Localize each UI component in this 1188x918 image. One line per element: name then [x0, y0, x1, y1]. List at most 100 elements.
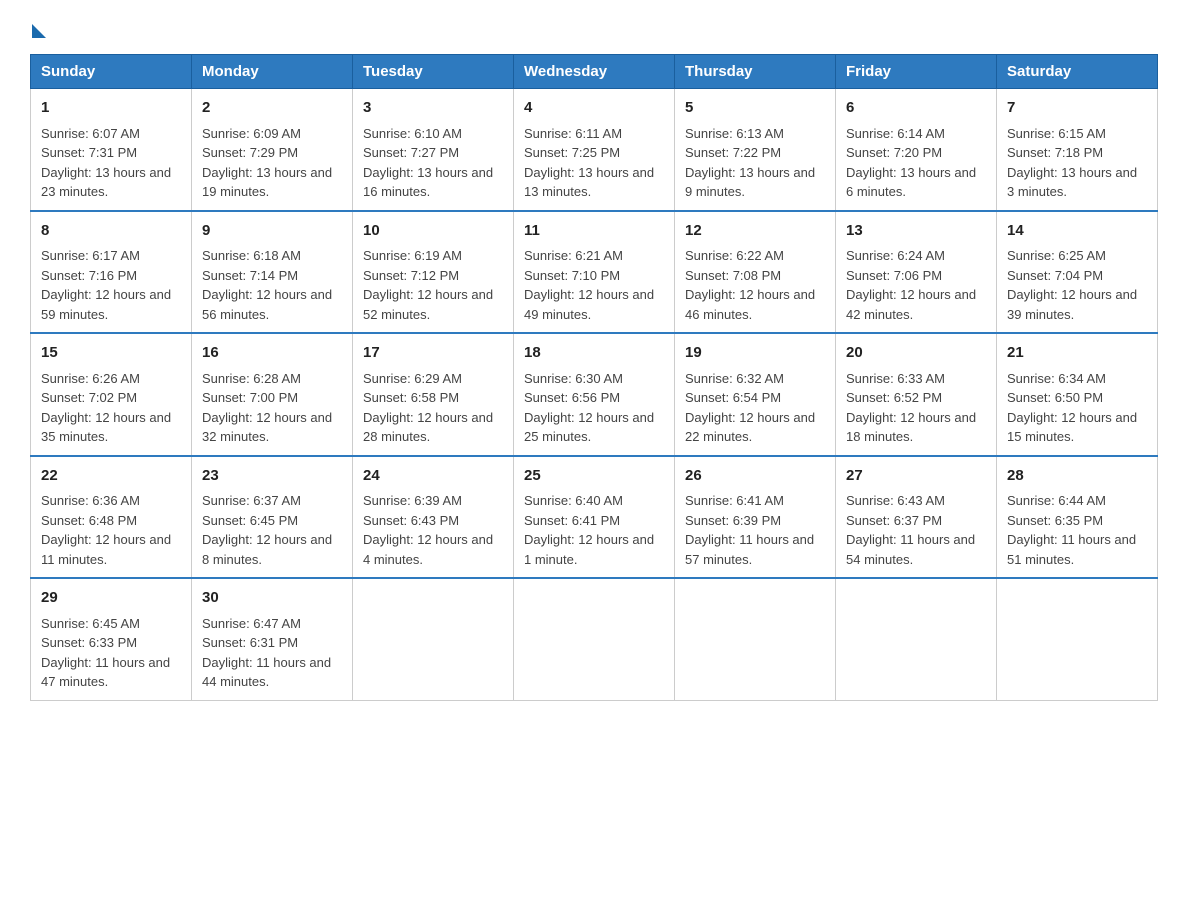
day-number: 26	[685, 465, 825, 488]
day-info: Sunrise: 6:14 AMSunset: 7:20 PMDaylight:…	[846, 126, 976, 200]
day-info: Sunrise: 6:36 AMSunset: 6:48 PMDaylight:…	[41, 493, 171, 567]
calendar-weekday-monday: Monday	[192, 55, 353, 89]
day-info: Sunrise: 6:24 AMSunset: 7:06 PMDaylight:…	[846, 248, 976, 322]
day-number: 24	[363, 465, 503, 488]
day-number: 3	[363, 97, 503, 120]
day-info: Sunrise: 6:41 AMSunset: 6:39 PMDaylight:…	[685, 493, 814, 567]
day-number: 13	[846, 220, 986, 243]
calendar-cell: 12 Sunrise: 6:22 AMSunset: 7:08 PMDaylig…	[675, 211, 836, 334]
calendar-cell: 17 Sunrise: 6:29 AMSunset: 6:58 PMDaylig…	[353, 333, 514, 456]
day-info: Sunrise: 6:29 AMSunset: 6:58 PMDaylight:…	[363, 371, 493, 445]
day-info: Sunrise: 6:19 AMSunset: 7:12 PMDaylight:…	[363, 248, 493, 322]
day-info: Sunrise: 6:43 AMSunset: 6:37 PMDaylight:…	[846, 493, 975, 567]
calendar-cell: 4 Sunrise: 6:11 AMSunset: 7:25 PMDayligh…	[514, 89, 675, 211]
day-info: Sunrise: 6:45 AMSunset: 6:33 PMDaylight:…	[41, 616, 170, 690]
day-number: 20	[846, 342, 986, 365]
calendar-header-row: SundayMondayTuesdayWednesdayThursdayFrid…	[31, 55, 1158, 89]
calendar-weekday-friday: Friday	[836, 55, 997, 89]
day-number: 15	[41, 342, 181, 365]
day-number: 29	[41, 587, 181, 610]
day-info: Sunrise: 6:34 AMSunset: 6:50 PMDaylight:…	[1007, 371, 1137, 445]
calendar-cell: 19 Sunrise: 6:32 AMSunset: 6:54 PMDaylig…	[675, 333, 836, 456]
calendar-cell: 14 Sunrise: 6:25 AMSunset: 7:04 PMDaylig…	[997, 211, 1158, 334]
day-info: Sunrise: 6:15 AMSunset: 7:18 PMDaylight:…	[1007, 126, 1137, 200]
logo	[30, 20, 46, 34]
day-number: 27	[846, 465, 986, 488]
calendar-week-row: 8 Sunrise: 6:17 AMSunset: 7:16 PMDayligh…	[31, 211, 1158, 334]
calendar-cell: 20 Sunrise: 6:33 AMSunset: 6:52 PMDaylig…	[836, 333, 997, 456]
day-info: Sunrise: 6:07 AMSunset: 7:31 PMDaylight:…	[41, 126, 171, 200]
day-info: Sunrise: 6:25 AMSunset: 7:04 PMDaylight:…	[1007, 248, 1137, 322]
calendar-cell: 9 Sunrise: 6:18 AMSunset: 7:14 PMDayligh…	[192, 211, 353, 334]
calendar-cell: 21 Sunrise: 6:34 AMSunset: 6:50 PMDaylig…	[997, 333, 1158, 456]
day-number: 9	[202, 220, 342, 243]
calendar-weekday-sunday: Sunday	[31, 55, 192, 89]
day-number: 10	[363, 220, 503, 243]
calendar-cell: 6 Sunrise: 6:14 AMSunset: 7:20 PMDayligh…	[836, 89, 997, 211]
calendar-cell: 28 Sunrise: 6:44 AMSunset: 6:35 PMDaylig…	[997, 456, 1158, 579]
calendar-cell: 16 Sunrise: 6:28 AMSunset: 7:00 PMDaylig…	[192, 333, 353, 456]
logo-arrow-icon	[32, 24, 46, 38]
day-info: Sunrise: 6:11 AMSunset: 7:25 PMDaylight:…	[524, 126, 654, 200]
calendar-weekday-tuesday: Tuesday	[353, 55, 514, 89]
calendar-week-row: 29 Sunrise: 6:45 AMSunset: 6:33 PMDaylig…	[31, 578, 1158, 700]
day-info: Sunrise: 6:37 AMSunset: 6:45 PMDaylight:…	[202, 493, 332, 567]
day-number: 25	[524, 465, 664, 488]
calendar-weekday-saturday: Saturday	[997, 55, 1158, 89]
calendar-cell: 15 Sunrise: 6:26 AMSunset: 7:02 PMDaylig…	[31, 333, 192, 456]
calendar-cell: 29 Sunrise: 6:45 AMSunset: 6:33 PMDaylig…	[31, 578, 192, 700]
calendar-cell: 10 Sunrise: 6:19 AMSunset: 7:12 PMDaylig…	[353, 211, 514, 334]
day-info: Sunrise: 6:32 AMSunset: 6:54 PMDaylight:…	[685, 371, 815, 445]
calendar-weekday-thursday: Thursday	[675, 55, 836, 89]
day-number: 17	[363, 342, 503, 365]
calendar-cell: 30 Sunrise: 6:47 AMSunset: 6:31 PMDaylig…	[192, 578, 353, 700]
day-number: 28	[1007, 465, 1147, 488]
calendar-cell: 3 Sunrise: 6:10 AMSunset: 7:27 PMDayligh…	[353, 89, 514, 211]
calendar-cell	[997, 578, 1158, 700]
calendar-cell: 22 Sunrise: 6:36 AMSunset: 6:48 PMDaylig…	[31, 456, 192, 579]
day-info: Sunrise: 6:33 AMSunset: 6:52 PMDaylight:…	[846, 371, 976, 445]
day-info: Sunrise: 6:09 AMSunset: 7:29 PMDaylight:…	[202, 126, 332, 200]
day-info: Sunrise: 6:17 AMSunset: 7:16 PMDaylight:…	[41, 248, 171, 322]
calendar-cell	[836, 578, 997, 700]
day-info: Sunrise: 6:26 AMSunset: 7:02 PMDaylight:…	[41, 371, 171, 445]
page-header	[30, 20, 1158, 34]
calendar-cell: 26 Sunrise: 6:41 AMSunset: 6:39 PMDaylig…	[675, 456, 836, 579]
day-info: Sunrise: 6:47 AMSunset: 6:31 PMDaylight:…	[202, 616, 331, 690]
day-number: 4	[524, 97, 664, 120]
calendar-weekday-wednesday: Wednesday	[514, 55, 675, 89]
day-number: 11	[524, 220, 664, 243]
day-info: Sunrise: 6:44 AMSunset: 6:35 PMDaylight:…	[1007, 493, 1136, 567]
day-info: Sunrise: 6:22 AMSunset: 7:08 PMDaylight:…	[685, 248, 815, 322]
calendar-cell: 8 Sunrise: 6:17 AMSunset: 7:16 PMDayligh…	[31, 211, 192, 334]
day-number: 8	[41, 220, 181, 243]
day-info: Sunrise: 6:21 AMSunset: 7:10 PMDaylight:…	[524, 248, 654, 322]
day-info: Sunrise: 6:28 AMSunset: 7:00 PMDaylight:…	[202, 371, 332, 445]
day-number: 12	[685, 220, 825, 243]
day-number: 30	[202, 587, 342, 610]
day-number: 23	[202, 465, 342, 488]
calendar-cell	[514, 578, 675, 700]
calendar-cell: 7 Sunrise: 6:15 AMSunset: 7:18 PMDayligh…	[997, 89, 1158, 211]
day-number: 6	[846, 97, 986, 120]
calendar-cell: 1 Sunrise: 6:07 AMSunset: 7:31 PMDayligh…	[31, 89, 192, 211]
calendar-week-row: 15 Sunrise: 6:26 AMSunset: 7:02 PMDaylig…	[31, 333, 1158, 456]
day-info: Sunrise: 6:30 AMSunset: 6:56 PMDaylight:…	[524, 371, 654, 445]
day-number: 22	[41, 465, 181, 488]
day-number: 18	[524, 342, 664, 365]
day-number: 14	[1007, 220, 1147, 243]
day-number: 19	[685, 342, 825, 365]
day-number: 16	[202, 342, 342, 365]
calendar-cell: 13 Sunrise: 6:24 AMSunset: 7:06 PMDaylig…	[836, 211, 997, 334]
day-info: Sunrise: 6:10 AMSunset: 7:27 PMDaylight:…	[363, 126, 493, 200]
calendar-cell	[353, 578, 514, 700]
calendar-cell	[675, 578, 836, 700]
day-number: 21	[1007, 342, 1147, 365]
day-info: Sunrise: 6:18 AMSunset: 7:14 PMDaylight:…	[202, 248, 332, 322]
calendar-cell: 23 Sunrise: 6:37 AMSunset: 6:45 PMDaylig…	[192, 456, 353, 579]
day-info: Sunrise: 6:13 AMSunset: 7:22 PMDaylight:…	[685, 126, 815, 200]
day-info: Sunrise: 6:39 AMSunset: 6:43 PMDaylight:…	[363, 493, 493, 567]
calendar-week-row: 1 Sunrise: 6:07 AMSunset: 7:31 PMDayligh…	[31, 89, 1158, 211]
calendar-table: SundayMondayTuesdayWednesdayThursdayFrid…	[30, 54, 1158, 701]
calendar-cell: 11 Sunrise: 6:21 AMSunset: 7:10 PMDaylig…	[514, 211, 675, 334]
